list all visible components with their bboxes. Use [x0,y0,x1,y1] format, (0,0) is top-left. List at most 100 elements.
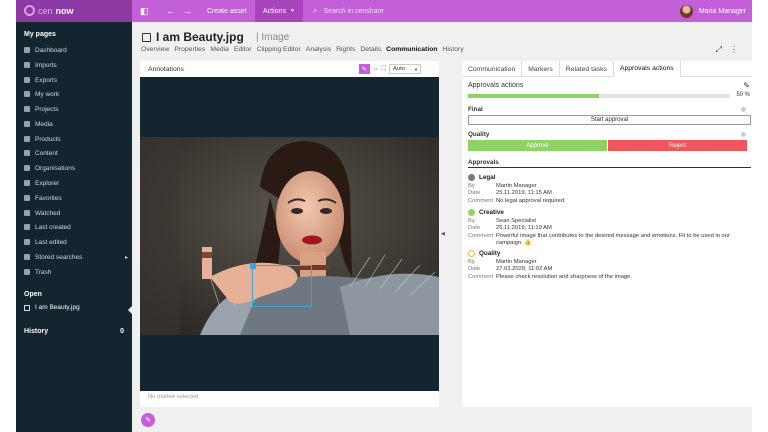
sidebar: cen now My pages Dashboard Imports Export… [16,0,132,432]
approval-progress-label: 50 % [736,92,750,98]
back-arrow-icon[interactable]: ← [166,0,175,22]
status-in-progress-icon [468,250,475,257]
final-label: Final [468,106,483,113]
eye-icon [24,210,30,216]
tab-rights[interactable]: Rights [336,46,355,53]
zoom-select[interactable]: Auto ▼ [389,64,421,74]
panel-tabs: Communication Markers Related tasks Appr… [462,61,752,77]
annotations-title: Annotations [148,65,184,73]
projects-icon [24,106,30,112]
sidebar-item-dashboard[interactable]: Dashboard [24,44,128,56]
tab-properties[interactable]: Properties [174,46,205,53]
tab-media[interactable]: Media [210,46,229,53]
import-icon [24,62,30,68]
approval-item-quality: Quality By Martin Manager Date 27.03.2020,… [468,250,751,281]
sidebar-item-products[interactable]: Products [24,133,128,145]
annotation-marker[interactable] [250,263,312,307]
tab-clipping-editor[interactable]: Clipping Editor [257,46,301,53]
tab-markers[interactable]: Markers [522,61,560,77]
sidebar-item-last-created[interactable]: Last created [24,221,128,233]
status-approved-icon [468,209,475,216]
tab-approvals-actions[interactable]: Approvals actions [613,61,681,77]
asset-type: | Image [256,32,290,43]
logo-prefix: cen [38,5,53,16]
star-icon [24,195,30,201]
start-approval-button[interactable]: Start approval [468,115,751,125]
tab-analysis[interactable]: Analysis [306,46,331,53]
annotation-tools: ✎ ↔ ⛶ Auto ▼ [358,64,421,74]
history-heading[interactable]: History [24,328,48,335]
approval-date: 25.11.2019, 11:19 AM [496,225,552,232]
info-icon[interactable] [741,132,746,137]
approval-progress-bar [468,94,730,98]
quality-label: Quality [468,131,490,138]
more-menu-icon[interactable]: ⋮ [730,45,738,55]
edited-icon [24,239,30,245]
sidebar-item-last-edited[interactable]: Last edited [24,236,128,248]
approval-by: Sean Specialist [496,218,536,224]
sidebar-item-content[interactable]: Content [24,147,128,159]
avatar [679,4,693,18]
open-item[interactable]: I am Beauty.jpg [24,304,80,311]
annotations-toolbar: Annotations ✎ ↔ ⛶ Auto ▼ [140,61,439,77]
search-input[interactable]: ⌕ Search in censhare [313,0,453,22]
annotations-panel: Annotations ✎ ↔ ⛶ Auto ▼ No marker selec… [140,61,439,407]
approval-comment: Powerful image that contributes to the d… [496,232,730,246]
approval-item-legal: Legal By Martin Manager Date 25.11.2019, 1… [468,174,751,205]
tab-communication[interactable]: Communication [386,46,437,53]
pen-tool-icon[interactable]: ✎ [358,64,370,74]
sidebar-item-imports[interactable]: Imports [24,59,128,71]
dashboard-icon [24,47,30,53]
edit-icon[interactable]: ✎ [743,81,750,90]
forward-arrow-icon[interactable]: → [183,0,192,22]
page-title: I am Beauty.jpg [156,30,244,44]
sidebar-item-stored-searches[interactable]: Stored searches ▸ [24,251,128,263]
image-viewer[interactable] [140,77,439,391]
active-pointer-icon [128,306,132,314]
logo-ring-icon [24,5,35,16]
info-icon[interactable] [741,107,746,112]
tab-editor[interactable]: Editor [234,46,252,53]
panel-title: Approvals actions [468,82,524,89]
sidebar-item-my-work[interactable]: My work [24,88,128,100]
marker-handle[interactable] [250,263,256,269]
chevron-right-icon: ▸ [124,254,128,261]
toggle-sidebar-icon[interactable]: ◧ [140,0,149,22]
logo-bar: cen now [16,0,132,22]
tab-details[interactable]: Details [360,46,381,53]
approval-date: 25.11.2019, 11:15 AM [496,190,552,197]
collapse-arrow-icon[interactable]: ◀ [441,231,445,237]
reject-button[interactable]: Reject [608,140,747,151]
actions-button[interactable]: Actions ▼ [255,0,303,22]
tab-overview[interactable]: Overview [141,46,169,53]
tab-history[interactable]: History [443,46,464,53]
approvals-panel: Communication Markers Related tasks Appr… [462,61,752,407]
sidebar-item-media[interactable]: Media [24,118,128,130]
censhare-logo[interactable]: cen now [24,5,74,16]
chevron-down-icon: ▼ [289,8,295,14]
sidebar-item-watched[interactable]: Watched [24,207,128,219]
header-tools: ⤢ ⋮ [716,45,738,55]
user-menu[interactable]: Maria Manager [679,0,746,22]
sidebar-item-projects[interactable]: Projects [24,103,128,115]
add-marker-button[interactable]: ✎ [141,413,155,427]
history-count: 0 [120,328,124,335]
sidebar-item-favorites[interactable]: Favorites [24,192,128,204]
sidebar-item-trash[interactable]: Trash [24,266,128,278]
crosshair-icon[interactable]: ↔ [373,66,379,72]
expand-icon[interactable]: ⤢ [716,45,722,55]
create-asset-button[interactable]: Create asset [207,0,247,22]
export-icon [24,77,30,83]
sidebar-item-organisations[interactable]: Organisations [24,162,128,174]
sidebar-item-explorer[interactable]: Explorer [24,177,128,189]
sidebar-item-exports[interactable]: Exports [24,74,128,86]
tab-related-tasks[interactable]: Related tasks [560,61,614,77]
approve-button[interactable]: Approve [468,140,607,151]
fit-screen-icon[interactable]: ⛶ [382,66,386,73]
approval-by: Martin Manager [496,259,537,265]
approvals-heading: Approvals [468,159,499,166]
asset-tabs: Overview Properties Media Editor Clippin… [141,46,464,53]
my-pages-heading: My pages [24,31,56,38]
organisations-icon [24,165,30,171]
tab-communication-panel[interactable]: Communication [462,61,523,77]
